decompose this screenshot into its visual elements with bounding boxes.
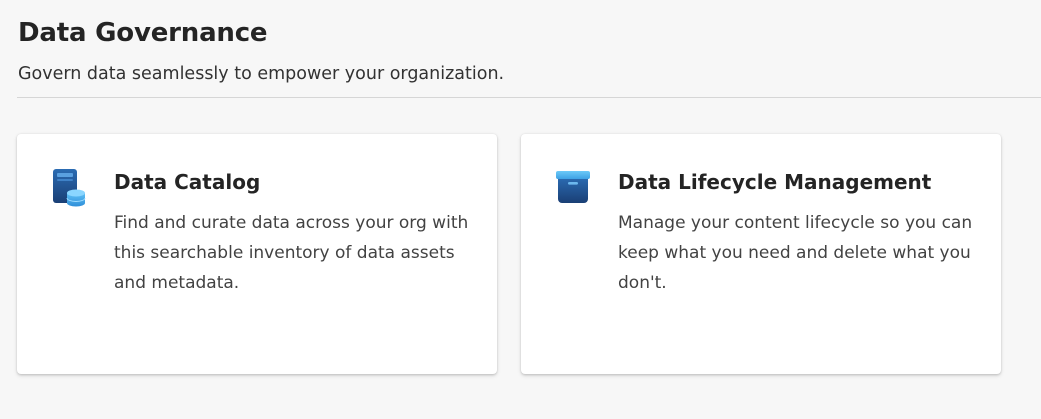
data-catalog-icon	[51, 168, 91, 208]
data-catalog-title: Data Catalog	[114, 170, 261, 194]
header-divider	[17, 97, 1041, 98]
data-lifecycle-description: Manage your content lifecycle so you can…	[618, 213, 973, 293]
data-lifecycle-card[interactable]: Data Lifecycle Management Manage your co…	[521, 134, 1001, 374]
page-title: Data Governance	[18, 18, 268, 48]
data-catalog-description: Find and curate data across your org wit…	[114, 213, 469, 293]
page-subtitle: Govern data seamlessly to empower your o…	[18, 64, 505, 84]
data-lifecycle-icon	[555, 168, 595, 208]
data-catalog-card[interactable]: Data Catalog Find and curate data across…	[17, 134, 497, 374]
data-lifecycle-title: Data Lifecycle Management	[618, 170, 932, 194]
